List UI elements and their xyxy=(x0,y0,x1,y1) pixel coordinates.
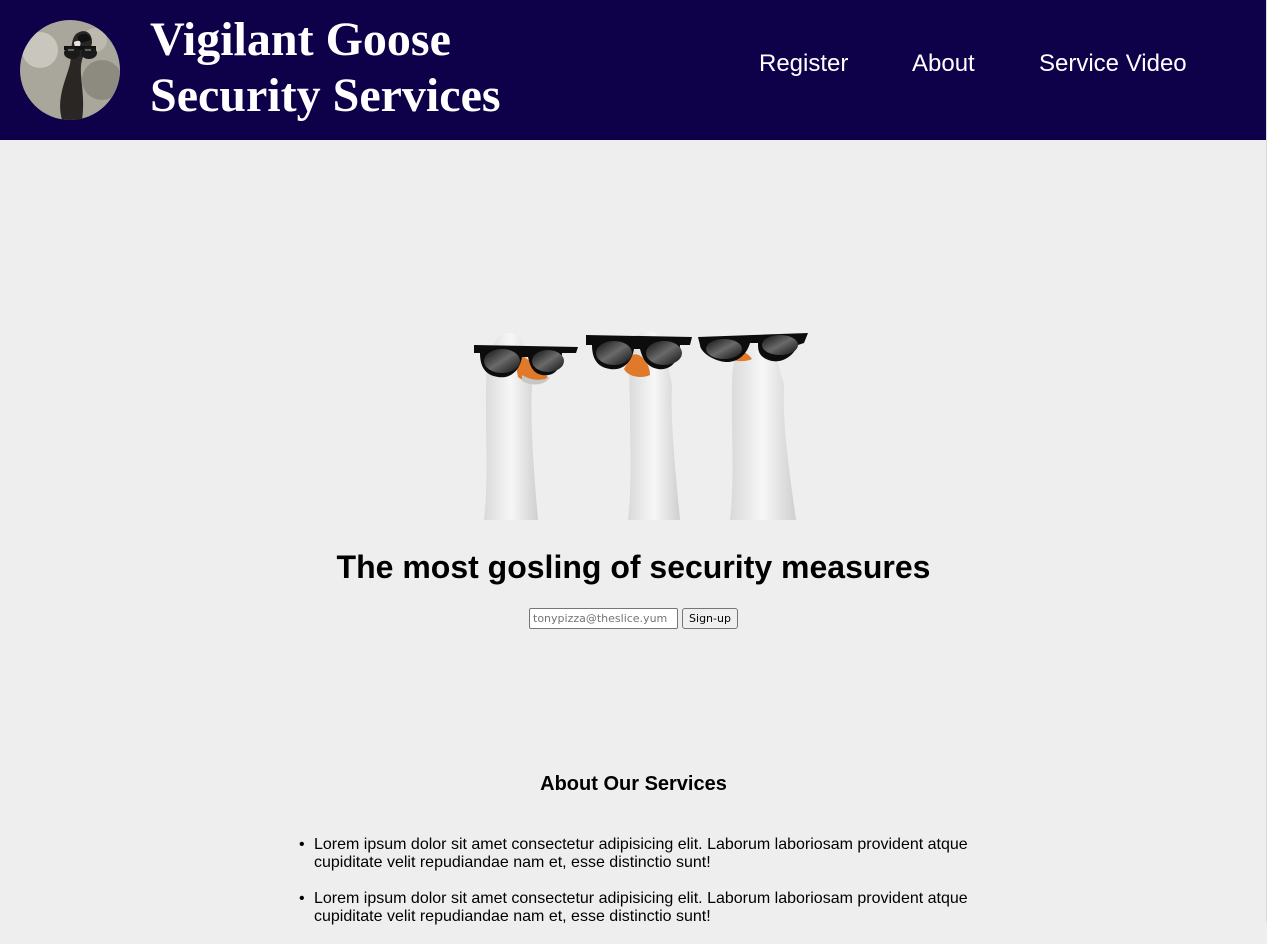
list-item-text: Lorem ipsum dolor sit amet consectetur a… xyxy=(314,890,968,925)
site-title-line2: Security Services xyxy=(150,69,501,122)
nav-about-link[interactable]: About xyxy=(912,50,975,78)
about-section-title: About Our Services xyxy=(540,773,727,795)
geese-hero-image xyxy=(462,325,812,525)
list-item-text: Lorem ipsum dolor sit amet consectetur a… xyxy=(314,836,968,871)
bullet-icon: • xyxy=(299,836,305,853)
goose-logo-icon[interactable] xyxy=(20,20,120,120)
signup-button[interactable]: Sign-up xyxy=(682,608,738,629)
services-list: • Lorem ipsum dolor sit amet consectetur… xyxy=(296,836,976,944)
nav-service-video-link[interactable]: Service Video xyxy=(1039,50,1187,78)
site-title-line1: Vigilant Goose xyxy=(150,13,451,66)
nav-register-link[interactable]: Register xyxy=(759,50,848,78)
bullet-icon: • xyxy=(299,890,305,907)
email-input[interactable] xyxy=(529,608,678,629)
site-title: Vigilant Goose Security Services xyxy=(150,12,570,124)
site-header: Vigilant Goose Security Services Registe… xyxy=(0,0,1266,140)
list-item: • Lorem ipsum dolor sit amet consectetur… xyxy=(296,836,976,872)
hero-tagline: The most gosling of security measures xyxy=(336,549,931,585)
